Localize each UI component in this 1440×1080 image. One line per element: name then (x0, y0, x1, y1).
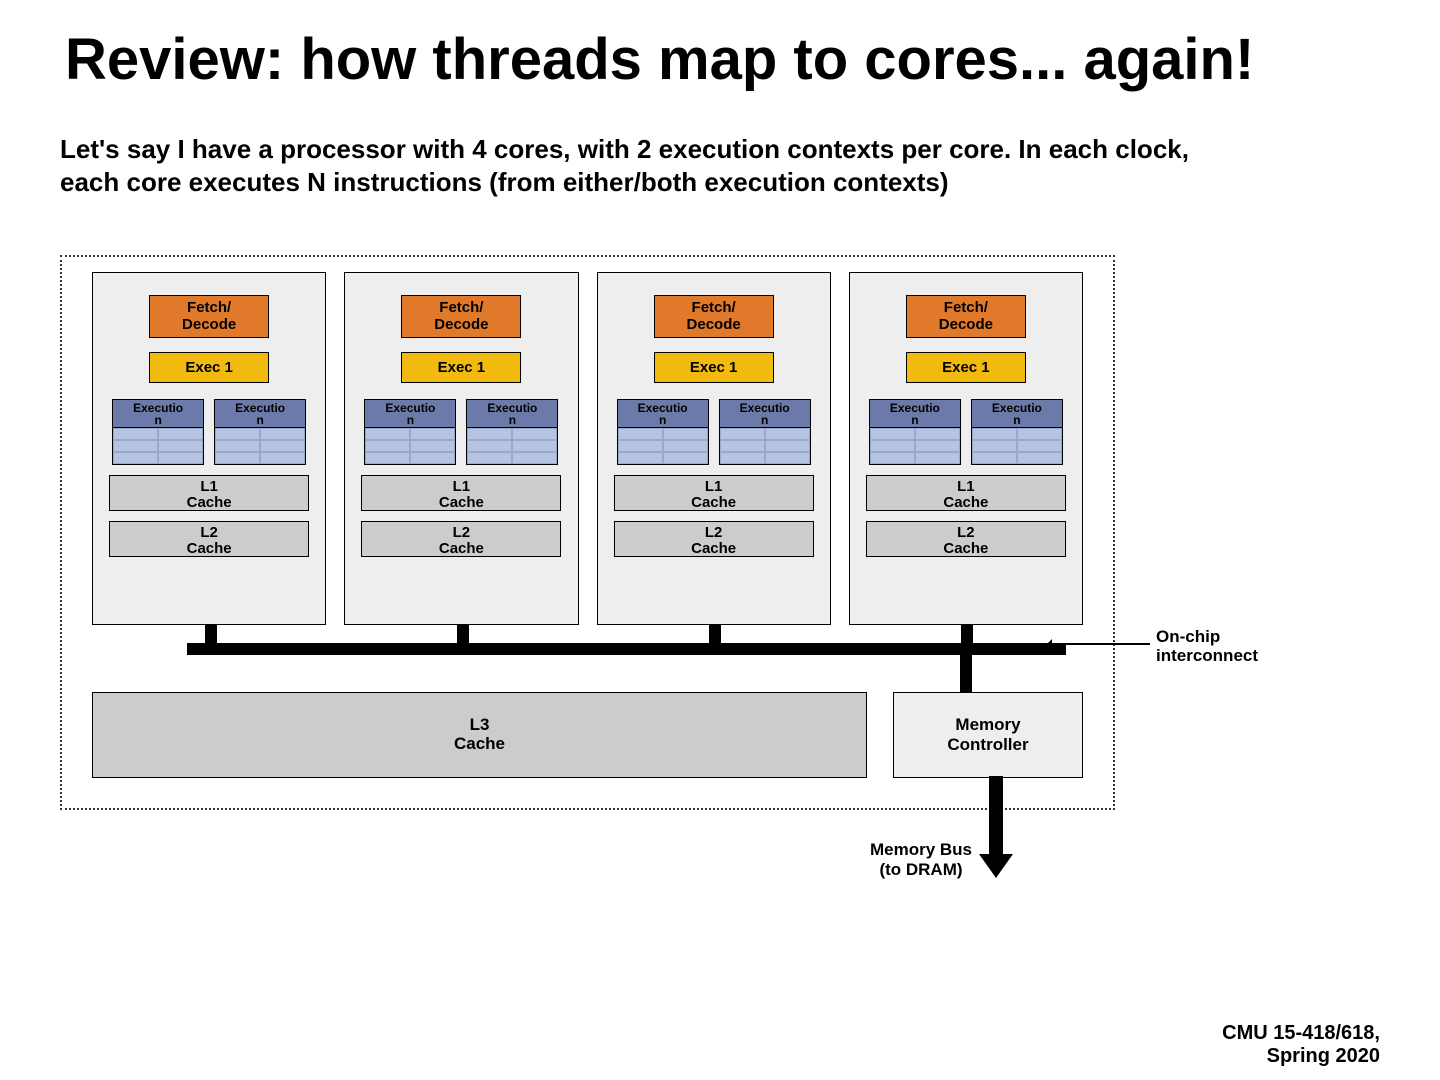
onchip-interconnect-arrow (1042, 643, 1150, 645)
execution-context-label: Execution (870, 400, 960, 428)
onchip-interconnect-label: On-chipinterconnect (1156, 628, 1258, 665)
l2-cache-block: L2Cache (866, 521, 1066, 557)
execution-context-label: Execution (365, 400, 455, 428)
core: Fetch/Decode Exec 1 Execution Execution … (597, 272, 831, 625)
cores-row: Fetch/Decode Exec 1 Execution Execution … (92, 272, 1083, 625)
exec-unit-block: Exec 1 (654, 352, 774, 383)
chip-outline: Fetch/Decode Exec 1 Execution Execution … (60, 255, 1115, 810)
register-file-icon (870, 428, 960, 464)
exec-unit-block: Exec 1 (906, 352, 1026, 383)
interconnect-to-memctrl-link (960, 655, 972, 693)
l3-cache-block: L3Cache (92, 692, 867, 778)
interconnect-bus (187, 643, 1066, 655)
memory-controller-block: MemoryController (893, 692, 1083, 778)
execution-context-label: Execution (113, 400, 203, 428)
fetch-decode-block: Fetch/Decode (906, 295, 1026, 338)
slide-title: Review: how threads map to cores... agai… (65, 30, 1254, 91)
execution-context-label: Execution (972, 400, 1062, 428)
footer-course: CMU 15-418/618, (1222, 1022, 1380, 1045)
core: Fetch/Decode Exec 1 Execution Execution … (849, 272, 1083, 625)
register-file-icon (365, 428, 455, 464)
register-file-icon (215, 428, 305, 464)
l2-cache-block: L2Cache (109, 521, 309, 557)
l2-cache-block: L2Cache (614, 521, 814, 557)
execution-context-label: Execution (215, 400, 305, 428)
fetch-decode-block: Fetch/Decode (401, 295, 521, 338)
interconnect-link (457, 625, 469, 645)
execution-context: Execution (869, 399, 961, 465)
execution-contexts-row: Execution Execution (105, 399, 313, 465)
execution-context: Execution (719, 399, 811, 465)
execution-contexts-row: Execution Execution (610, 399, 818, 465)
core: Fetch/Decode Exec 1 Execution Execution … (92, 272, 326, 625)
execution-context-label: Execution (720, 400, 810, 428)
interconnect-link (205, 625, 217, 645)
core: Fetch/Decode Exec 1 Execution Execution … (344, 272, 578, 625)
exec-unit-block: Exec 1 (401, 352, 521, 383)
interconnect-link (961, 625, 973, 645)
memory-bus-arrow (989, 776, 1003, 856)
execution-context: Execution (617, 399, 709, 465)
exec-unit-block: Exec 1 (149, 352, 269, 383)
fetch-decode-block: Fetch/Decode (149, 295, 269, 338)
register-file-icon (618, 428, 708, 464)
l1-cache-block: L1Cache (109, 475, 309, 511)
execution-context: Execution (466, 399, 558, 465)
execution-contexts-row: Execution Execution (357, 399, 565, 465)
execution-context: Execution (364, 399, 456, 465)
execution-contexts-row: Execution Execution (862, 399, 1070, 465)
l1-cache-block: L1Cache (614, 475, 814, 511)
register-file-icon (467, 428, 557, 464)
fetch-decode-block: Fetch/Decode (654, 295, 774, 338)
interconnect-link (709, 625, 721, 645)
execution-context-label: Execution (467, 400, 557, 428)
execution-context: Execution (214, 399, 306, 465)
l1-cache-block: L1Cache (361, 475, 561, 511)
l1-cache-block: L1Cache (866, 475, 1066, 511)
slide-subtitle: Let's say I have a processor with 4 core… (60, 133, 1220, 198)
slide-footer: CMU 15-418/618, Spring 2020 (1222, 1022, 1380, 1068)
register-file-icon (720, 428, 810, 464)
execution-context: Execution (112, 399, 204, 465)
register-file-icon (972, 428, 1062, 464)
memory-bus-label: Memory Bus (to DRAM) (866, 840, 976, 881)
execution-context-label: Execution (618, 400, 708, 428)
execution-context: Execution (971, 399, 1063, 465)
register-file-icon (113, 428, 203, 464)
l2-cache-block: L2Cache (361, 521, 561, 557)
footer-term: Spring 2020 (1222, 1045, 1380, 1068)
